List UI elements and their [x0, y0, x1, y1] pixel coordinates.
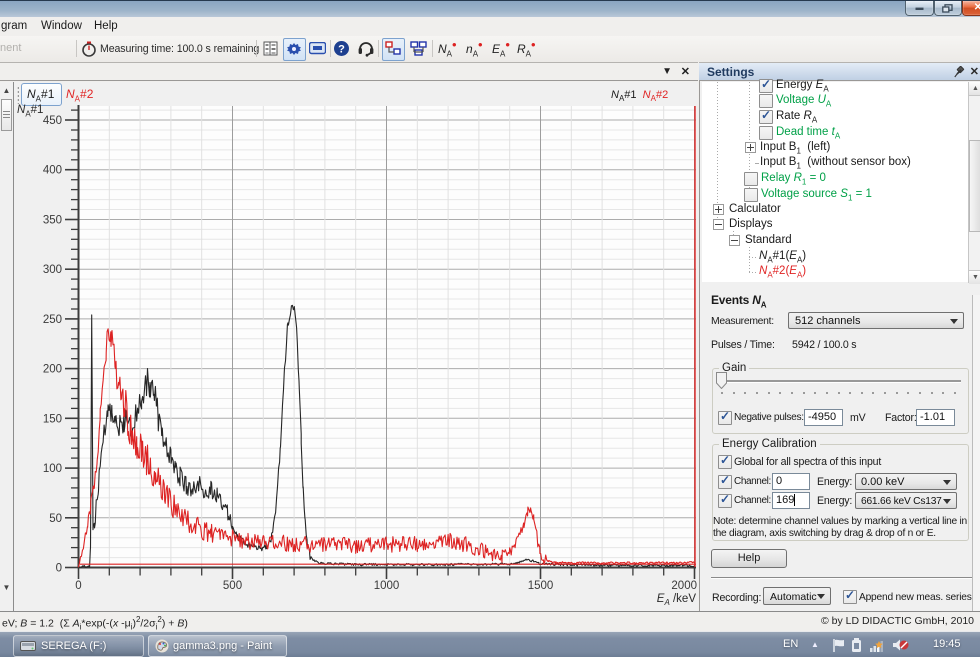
svg-text:450: 450: [43, 115, 62, 127]
svg-text:50: 50: [49, 513, 62, 525]
svg-text:1000: 1000: [374, 580, 400, 592]
svg-text:2000: 2000: [671, 580, 697, 592]
svg-text:0: 0: [56, 563, 62, 575]
svg-text:500: 500: [223, 580, 242, 592]
svg-text:EA /keV: EA /keV: [657, 593, 697, 607]
svg-text:350: 350: [43, 215, 62, 227]
svg-text:250: 250: [43, 314, 62, 326]
svg-text:300: 300: [43, 264, 62, 276]
svg-text:150: 150: [43, 413, 62, 425]
svg-text:400: 400: [43, 165, 62, 177]
svg-text:?: ?: [338, 44, 345, 56]
svg-text:0: 0: [75, 580, 81, 592]
svg-text:100: 100: [43, 463, 62, 475]
svg-text:1500: 1500: [528, 580, 554, 592]
svg-text:200: 200: [43, 364, 62, 376]
